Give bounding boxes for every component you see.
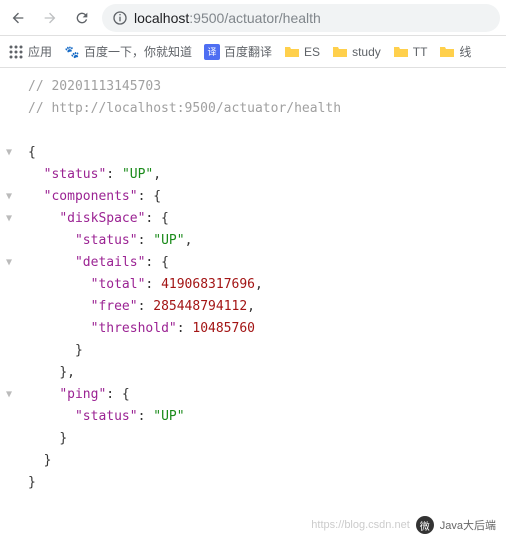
back-button[interactable] [6,6,30,30]
fold-arrow-icon[interactable]: ▼ [6,186,12,208]
json-string: "UP" [153,233,184,248]
json-key: "status" [75,233,138,248]
forward-button[interactable] [38,6,62,30]
reload-button[interactable] [70,6,94,30]
json-string: "UP" [153,409,184,424]
bookmark-label: 百度一下，你就知道 [84,43,192,60]
comment-line: // http://localhost:9500/actuator/health [28,101,341,116]
bookmark-label: 百度翻译 [224,43,272,60]
watermark-label: Java大后端 [440,517,496,533]
json-number: 285448794112 [153,299,247,314]
json-string: "UP" [122,167,153,182]
bookmark-fanyi[interactable]: 译百度翻译 [204,43,272,60]
bookmark-baidu[interactable]: 🐾百度一下，你就知道 [64,43,192,60]
address-bar[interactable]: localhost:9500/actuator/health [102,4,500,32]
json-number: 10485760 [192,321,255,336]
bookmark-folder-study[interactable]: study [332,44,381,60]
json-key: "components" [44,189,138,204]
watermark: https://blog.csdn.net 微 Java大后端 [311,516,496,534]
json-key: "total" [91,277,146,292]
fold-arrow-icon[interactable]: ▼ [6,384,12,406]
fold-arrow-icon[interactable]: ▼ [6,208,12,230]
wechat-icon: 微 [416,516,434,534]
bookmark-folder-xian[interactable]: 线 [439,43,471,60]
bookmark-label: 线 [459,43,471,60]
browser-toolbar: localhost:9500/actuator/health [0,0,506,36]
bookmark-folder-tt[interactable]: TT [393,44,428,60]
json-key: "details" [75,255,145,270]
bookmark-label: 应用 [28,43,52,60]
json-number: 419068317696 [161,277,255,292]
json-key: "ping" [59,387,106,402]
bookmarks-bar: 应用 🐾百度一下，你就知道 译百度翻译 ES study TT 线 [0,36,506,68]
json-key: "status" [44,167,107,182]
code-block: // 20201113145703 // http://localhost:95… [28,76,506,494]
watermark-url: https://blog.csdn.net [311,519,409,531]
comment-line: // 20201113145703 [28,79,161,94]
json-viewer: ▼ ▼ ▼ ▼ ▼ // 20201113145703 // http://lo… [0,68,506,502]
bookmark-folder-es[interactable]: ES [284,44,320,60]
info-icon [112,10,128,26]
bookmark-label: ES [304,45,320,59]
json-key: "status" [75,409,138,424]
url-text: localhost:9500/actuator/health [134,10,321,26]
fold-arrow-icon[interactable]: ▼ [6,252,12,274]
bookmark-label: study [352,45,381,59]
apps-button[interactable]: 应用 [8,43,52,60]
json-key: "threshold" [91,321,177,336]
bookmark-label: TT [413,45,428,59]
fold-arrow-icon[interactable]: ▼ [6,142,12,164]
json-key: "diskSpace" [59,211,145,226]
json-key: "free" [91,299,138,314]
